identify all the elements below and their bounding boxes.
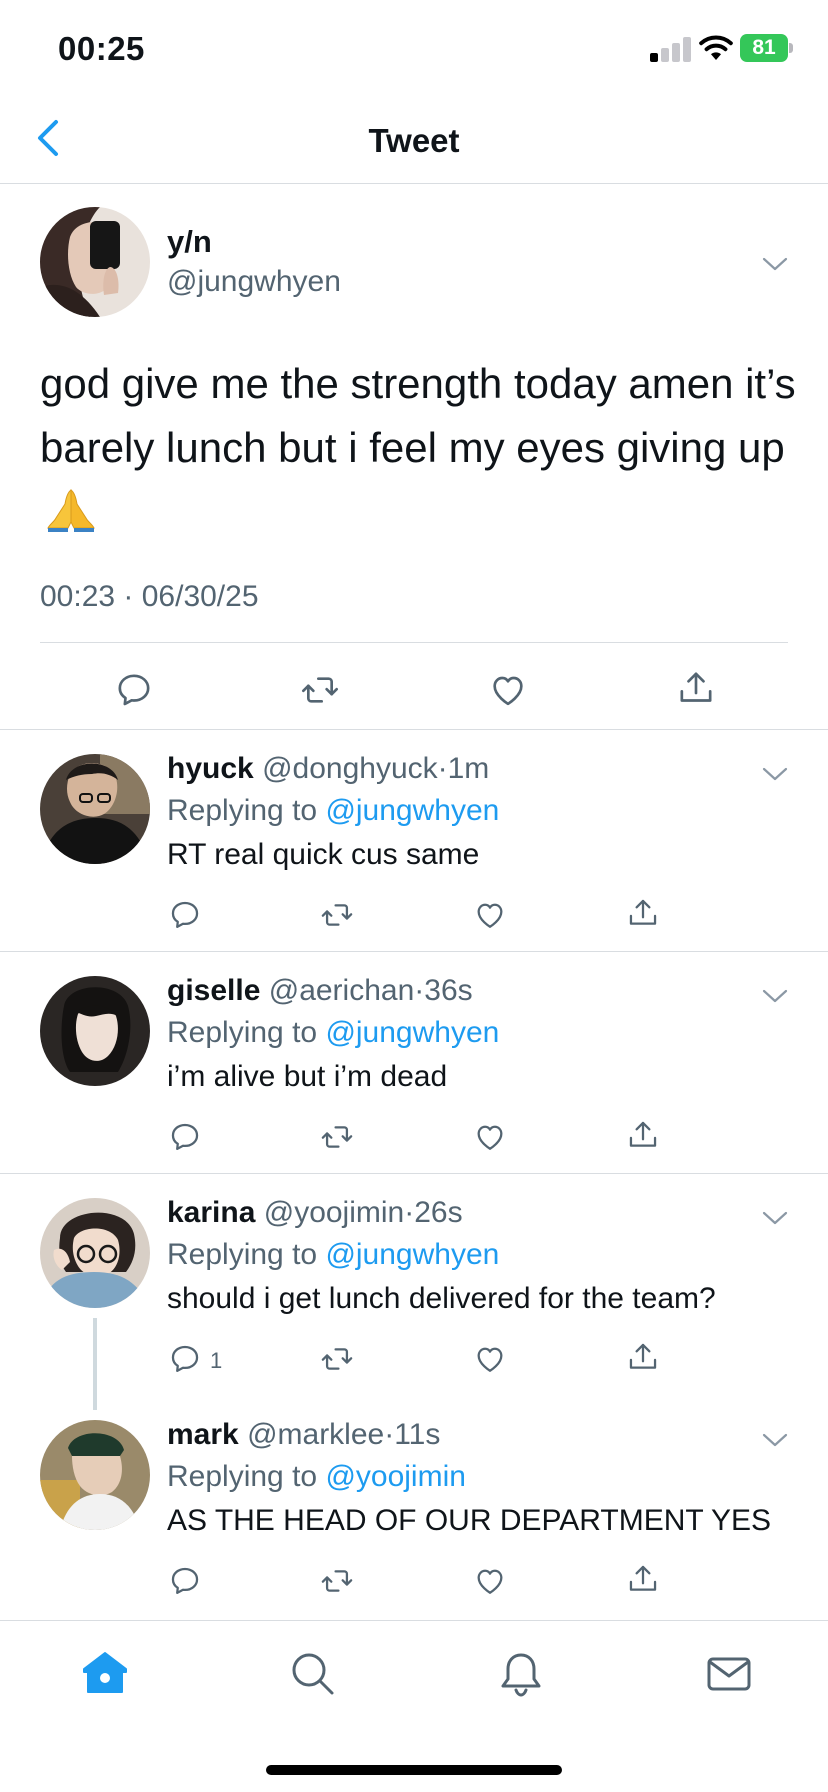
reply-time: 26s	[414, 1196, 463, 1229]
chevron-down-icon[interactable]	[760, 254, 790, 274]
main-tweet: y/n @jungwhyen god give me the strength …	[0, 184, 828, 730]
author-name[interactable]: hyuck	[167, 752, 254, 785]
replying-to: Replying to @yoojimin	[167, 1460, 466, 1494]
reply-icon[interactable]	[168, 1564, 202, 1598]
like-icon[interactable]	[473, 898, 507, 932]
share-icon[interactable]	[626, 1118, 660, 1152]
page-title: Tweet	[368, 122, 460, 159]
share-icon[interactable]	[626, 1340, 660, 1374]
author-name[interactable]: mark	[167, 1418, 239, 1451]
status-time: 00:25	[58, 30, 145, 67]
reply-icon[interactable]	[168, 1120, 202, 1154]
like-icon[interactable]	[473, 1564, 507, 1598]
reply-actions	[0, 1564, 828, 1614]
meta-separator: ·	[404, 1196, 415, 1229]
replying-label: Replying to	[167, 1460, 318, 1493]
retweet-icon[interactable]	[320, 1342, 354, 1376]
reply-icon[interactable]	[168, 898, 202, 932]
meta-separator: ·	[384, 1418, 395, 1451]
replying-label: Replying to	[167, 1016, 318, 1049]
like-icon[interactable]	[473, 1342, 507, 1376]
avatar[interactable]	[40, 207, 150, 317]
reply-actions: 1	[0, 1342, 828, 1392]
author-name[interactable]: y/n	[167, 224, 212, 260]
nav-header: Tweet	[0, 100, 828, 184]
mail-icon[interactable]	[704, 1649, 754, 1699]
meta-separator: ·	[437, 752, 448, 785]
avatar[interactable]	[40, 976, 150, 1086]
author-name[interactable]: karina	[167, 1196, 255, 1229]
author-name[interactable]: giselle	[167, 974, 260, 1007]
battery-level: 81	[740, 34, 788, 62]
share-icon[interactable]	[676, 668, 716, 708]
replying-label: Replying to	[167, 794, 318, 827]
reply-text: should i get lunch delivered for the tea…	[167, 1282, 716, 1315]
reply-time: 1m	[447, 752, 490, 785]
reply-count: 1	[210, 1348, 223, 1373]
reply-header: hyuck @donghyuck·1m	[167, 752, 489, 786]
share-icon[interactable]	[626, 896, 660, 930]
avatar[interactable]	[40, 1198, 150, 1308]
search-icon[interactable]	[288, 1649, 338, 1699]
tweet-text-content: god give me the strength today amen it’s…	[40, 360, 796, 471]
retweet-icon[interactable]	[300, 670, 340, 710]
replying-to: Replying to @jungwhyen	[167, 1016, 499, 1050]
reply-header: giselle @aerichan·36s	[167, 974, 473, 1008]
home-icon[interactable]	[80, 1649, 130, 1699]
reply-icon[interactable]	[114, 670, 154, 710]
replying-to: Replying to @jungwhyen	[167, 794, 499, 828]
author-handle[interactable]: @donghyuck	[262, 752, 438, 785]
replying-to-link[interactable]: @jungwhyen	[325, 794, 499, 827]
replying-to-link[interactable]: @yoojimin	[325, 1460, 466, 1493]
reply-header: mark @marklee·11s	[167, 1418, 440, 1452]
like-icon[interactable]	[473, 1120, 507, 1154]
chevron-down-icon[interactable]	[760, 986, 790, 1006]
cellular-signal-icon	[650, 36, 692, 62]
author-handle[interactable]: @aerichan	[269, 974, 415, 1007]
chevron-down-icon[interactable]	[760, 764, 790, 784]
author-handle[interactable]: @marklee	[247, 1418, 384, 1451]
reply-text: RT real quick cus same	[167, 838, 480, 871]
bell-icon[interactable]	[496, 1649, 546, 1699]
reply-text: i’m alive but i’m dead	[167, 1060, 448, 1093]
reply-actions	[0, 898, 828, 948]
tab-bar	[0, 1620, 828, 1792]
replying-to: Replying to @jungwhyen	[167, 1238, 499, 1272]
folded-hands-emoji-icon	[47, 489, 95, 532]
meta-separator: ·	[414, 974, 425, 1007]
reply-time: 36s	[424, 974, 473, 1007]
like-icon[interactable]	[488, 670, 528, 710]
home-indicator[interactable]	[266, 1765, 562, 1775]
reply-time: 11s	[394, 1418, 441, 1451]
reply-tweet[interactable]: hyuck @donghyuck·1m Replying to @jungwhy…	[0, 730, 828, 951]
reply-text: AS THE HEAD OF OUR DEPARTMENT YES	[167, 1504, 772, 1537]
reply-tweet[interactable]: karina @yoojimin·26s Replying to @jungwh…	[0, 1174, 828, 1395]
replying-to-link[interactable]: @jungwhyen	[325, 1016, 499, 1049]
tweet-actions	[0, 642, 828, 730]
reply-tweet[interactable]: mark @marklee·11s Replying to @yoojimin …	[0, 1396, 828, 1616]
reply-header: karina @yoojimin·26s	[167, 1196, 463, 1230]
share-icon[interactable]	[626, 1562, 660, 1596]
chevron-down-icon[interactable]	[760, 1208, 790, 1228]
replying-to-link[interactable]: @jungwhyen	[325, 1238, 499, 1271]
retweet-icon[interactable]	[320, 1120, 354, 1154]
reply-icon[interactable]	[168, 1342, 202, 1376]
retweet-icon[interactable]	[320, 898, 354, 932]
chevron-down-icon[interactable]	[760, 1430, 790, 1450]
replying-label: Replying to	[167, 1238, 318, 1271]
wifi-icon	[699, 35, 733, 60]
status-bar: 00:25 81	[0, 0, 828, 100]
retweet-icon[interactable]	[320, 1564, 354, 1598]
tweet-timestamp: 00:23 · 06/30/25	[40, 580, 259, 613]
author-handle[interactable]: @yoojimin	[264, 1196, 405, 1229]
reply-tweet[interactable]: giselle @aerichan·36s Replying to @jungw…	[0, 952, 828, 1173]
battery-icon: 81	[740, 34, 793, 62]
avatar[interactable]	[40, 1420, 150, 1530]
reply-actions	[0, 1120, 828, 1170]
author-handle[interactable]: @jungwhyen	[167, 265, 341, 299]
avatar[interactable]	[40, 754, 150, 864]
tweet-text: god give me the strength today amen it’s…	[40, 352, 800, 544]
